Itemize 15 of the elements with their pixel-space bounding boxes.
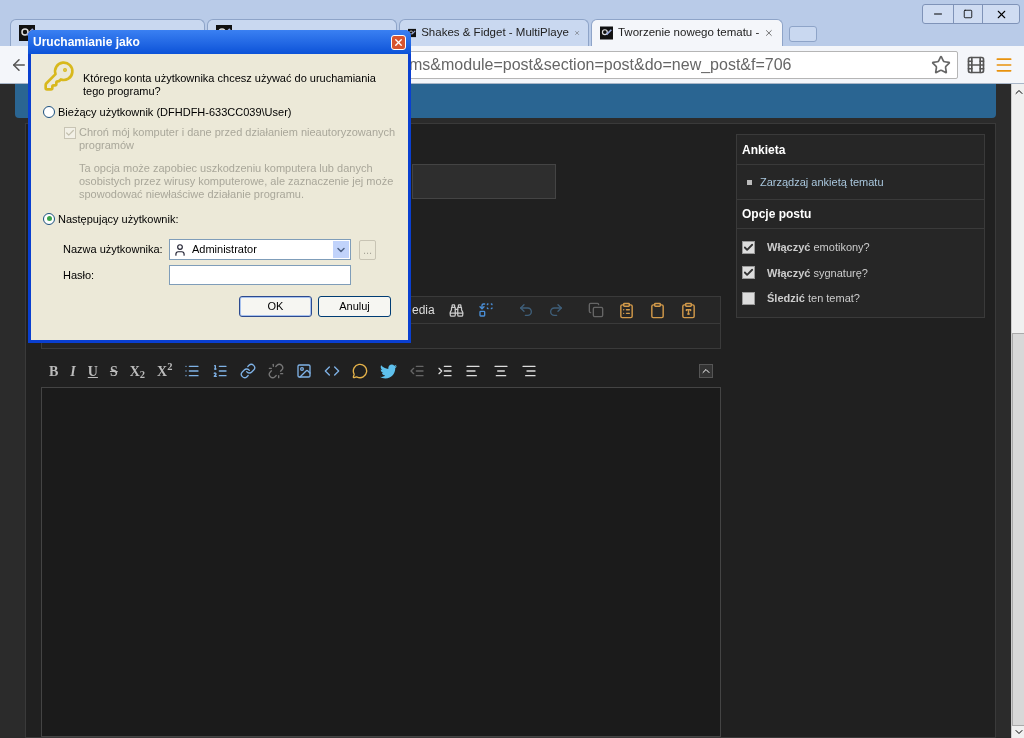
section-title: Ankieta [742, 141, 786, 159]
option-label: Śledzić ten temat? [767, 291, 860, 306]
option-label: Włączyć sygnaturę? [767, 265, 868, 281]
tab-title: Shakes & Fidget - MultiPlaye [421, 25, 569, 41]
dialog-title: Uruchamianie jako [33, 34, 140, 51]
tab-title: Tworzenie nowego tematu - [618, 25, 760, 41]
note-text: Ta opcja może zapobiec uszkodzeniu komputera lub danych osobistych przez wirusy komputerowe, ale zaznaczenie jej może spowodować niewłaściwe działanie programu. [79, 161, 394, 201]
url-text: ms&module=post&section=post&do=new_post&f=706 [409, 54, 792, 75]
section-title: Opcje postu [742, 206, 812, 223]
option-label: Włączyć emotikony? [767, 240, 870, 255]
dropdown-value: Administrator [192, 242, 257, 258]
field-label: Hasło: [63, 267, 96, 283]
radio-label: Bieżący użytkownik (DFHDFH-633CC039\User) [58, 105, 292, 120]
radio-label: Następujący użytkownik: [58, 211, 179, 227]
field-label: Nazwa użytkownika: [63, 242, 161, 258]
